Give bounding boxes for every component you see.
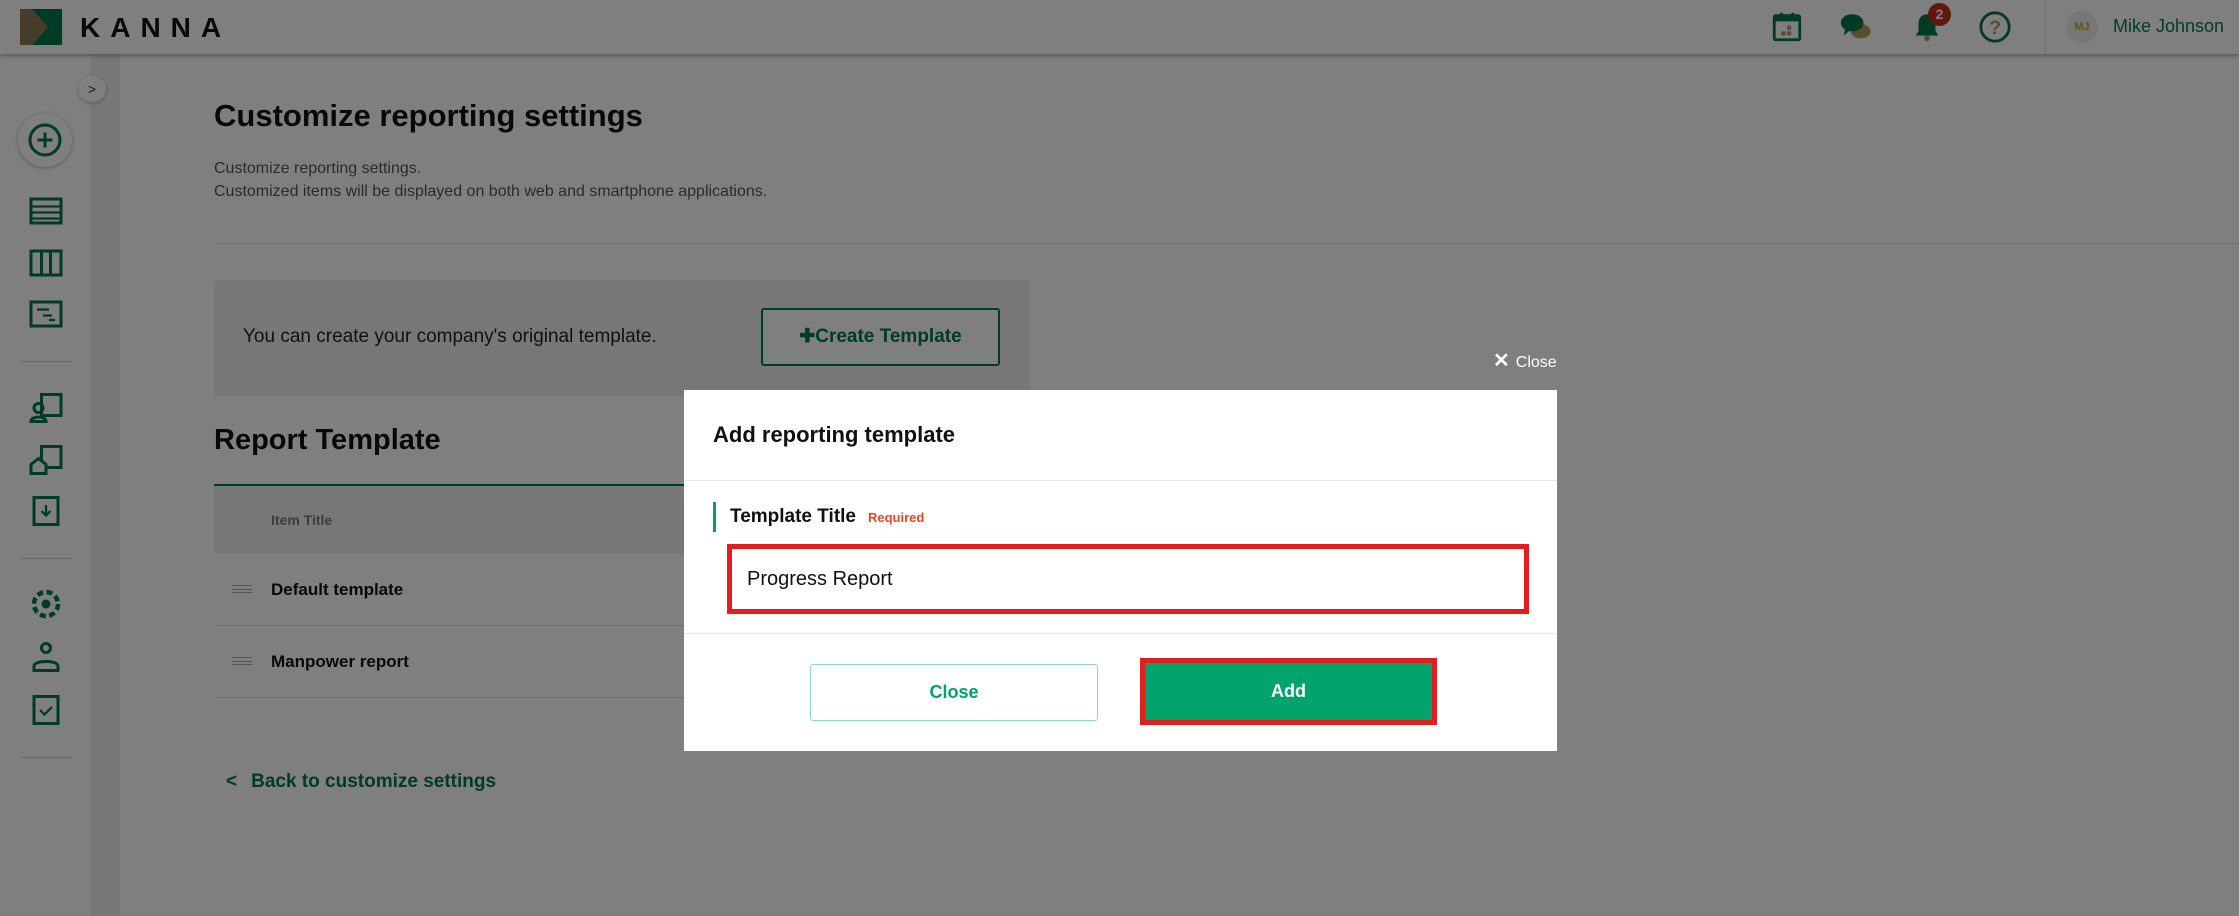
modal-close-label: Close	[1515, 354, 1557, 371]
dialog-title: Add reporting template	[713, 422, 956, 447]
modal-close-link[interactable]: ✕ Close	[1493, 348, 1557, 373]
divider	[684, 480, 1557, 481]
close-button[interactable]: Close	[810, 664, 1098, 721]
required-badge: Required	[868, 510, 925, 525]
add-button-highlight: Add	[1140, 658, 1437, 725]
field-label: Template Title Required	[713, 502, 924, 532]
field-label-text: Template Title	[730, 506, 856, 527]
divider	[684, 633, 1557, 634]
add-button[interactable]: Add	[1145, 663, 1432, 720]
add-template-dialog: Add reporting template Template Title Req…	[684, 390, 1557, 751]
close-icon: ✕	[1493, 350, 1510, 372]
template-title-input[interactable]	[727, 544, 1529, 614]
